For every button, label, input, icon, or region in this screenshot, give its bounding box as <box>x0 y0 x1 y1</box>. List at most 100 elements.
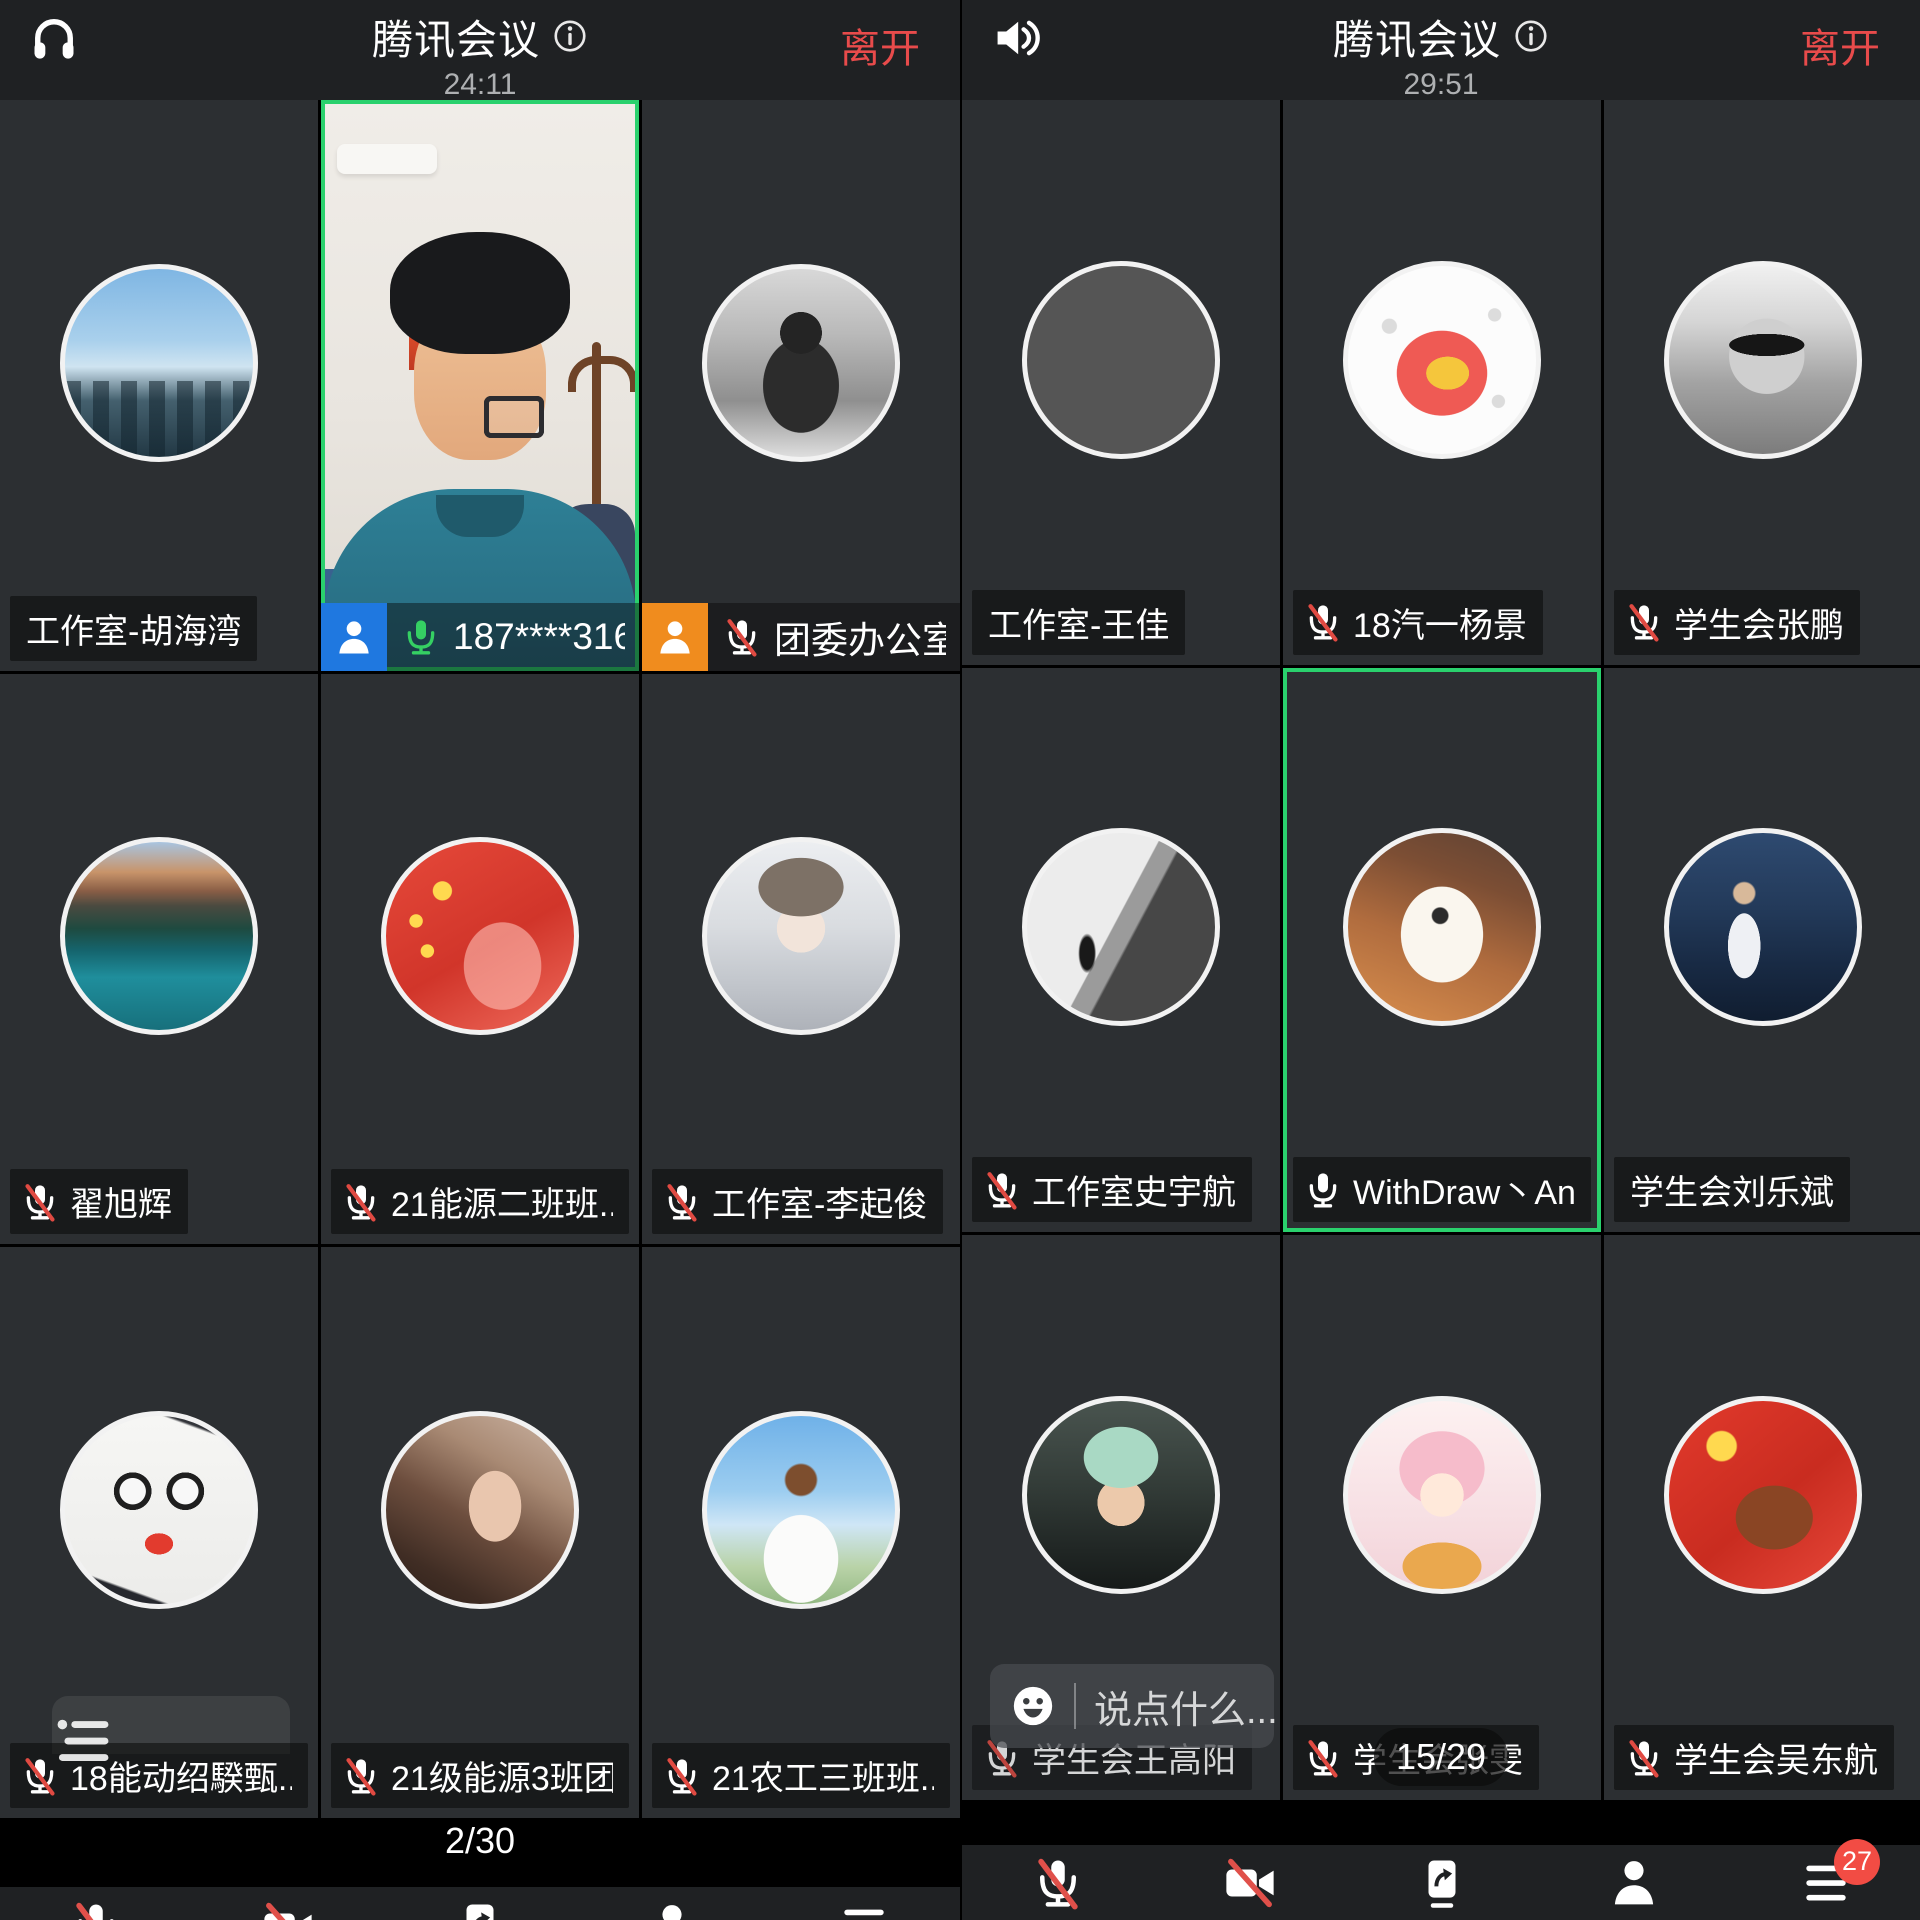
chat-placeholder: 说点什么... <box>1094 1679 1278 1734</box>
participant-nameplate: 学生会张鹏 <box>1614 590 1860 655</box>
participant-name: 工作室-胡海湾 <box>26 604 241 653</box>
app-title: 腾讯会议 <box>1333 6 1501 66</box>
avatar <box>702 264 900 462</box>
input-divider <box>1074 1683 1076 1729</box>
mic-active-icon <box>1303 1168 1343 1212</box>
participant-tile[interactable]: 18能动绍騤甄... <box>0 1247 318 1818</box>
toolbar-camera-button[interactable] <box>1210 1855 1290 1911</box>
info-icon[interactable] <box>552 18 588 54</box>
avatar <box>1664 1396 1862 1594</box>
page-indicator: 2/30 <box>445 1820 515 1862</box>
avatar <box>1022 261 1220 459</box>
participant-name: 工作室-王佳 <box>988 598 1169 647</box>
toolbar-share-button[interactable] <box>1402 1855 1482 1911</box>
participant-tile[interactable]: 工作室-李起俊 <box>642 674 960 1245</box>
toolbar-more-button[interactable] <box>824 1899 904 1920</box>
mic-status-icon <box>1624 1736 1664 1780</box>
participant-tile[interactable]: 学生会刘乐斌 <box>1604 668 1920 1233</box>
info-icon[interactable] <box>1513 18 1549 54</box>
mic-off-icon <box>1031 1856 1085 1910</box>
mic-status-icon <box>662 1180 702 1224</box>
participant-tile[interactable]: 18汽一杨景 <box>1283 100 1601 665</box>
toolbar-participants-button[interactable] <box>632 1899 712 1920</box>
participant-nameplate: 团委办公室... <box>642 603 960 671</box>
meeting-screen-left: 腾讯会议 24:11 离开 工作室-胡海湾 <box>0 0 960 1920</box>
participant-tile[interactable]: 21级能源3班团... <box>321 1247 639 1818</box>
leave-button[interactable]: 离开 <box>1800 16 1880 74</box>
person-hair-shape <box>390 232 570 354</box>
mic-active-icon <box>401 615 441 659</box>
participant-tile[interactable]: 团委办公室... <box>642 100 960 671</box>
camera-off-icon <box>261 1900 315 1920</box>
participant-tile[interactable]: 学生会吴东航 <box>1604 1235 1920 1800</box>
dual-meeting-screenshot: 腾讯会议 24:11 离开 工作室-胡海湾 <box>0 0 1920 1920</box>
share-screen-icon <box>1415 1856 1469 1910</box>
participant-tile[interactable]: 21农工三班班... <box>642 1247 960 1818</box>
person-icon <box>332 615 376 659</box>
avatar <box>702 1411 900 1609</box>
participant-name: 187****3160 <box>453 616 625 658</box>
avatar <box>1664 261 1862 459</box>
participant-tile[interactable]: 工作室-胡海湾 <box>0 100 318 671</box>
bottom-black-band <box>962 1800 1920 1845</box>
leave-button[interactable]: 离开 <box>840 16 920 74</box>
participant-nameplate: 翟旭辉 <box>10 1169 188 1234</box>
avatar <box>60 264 258 462</box>
participant-nameplate: 18汽一杨景 <box>1293 590 1543 655</box>
share-screen-icon <box>453 1900 507 1920</box>
active-speaker-video-tile[interactable]: 187****3160 <box>321 100 639 671</box>
page-indicator: 15/29 <box>1396 1736 1486 1777</box>
meeting-timer: 24:11 <box>0 68 960 102</box>
page-indicator-pill: 15/29 <box>1374 1728 1508 1786</box>
mic-status-icon <box>1624 600 1664 644</box>
more-icon <box>837 1900 891 1920</box>
mic-status-icon <box>341 1754 381 1798</box>
participant-nameplate: 21级能源3班团... <box>331 1743 629 1808</box>
participant-name: 翟旭辉 <box>70 1177 172 1226</box>
active-speaker-tile[interactable]: WithDraw丶Ant <box>1283 668 1601 1233</box>
notification-count-badge: 27 <box>1834 1839 1880 1885</box>
mic-status-icon <box>662 1754 702 1798</box>
toolbar-participants-button[interactable] <box>1594 1855 1674 1911</box>
participants-grid: 工作室-胡海湾 <box>0 100 960 1818</box>
avatar <box>1664 828 1862 1026</box>
participant-tile[interactable]: 学生会张雯 <box>1283 1235 1601 1800</box>
participant-nameplate: 工作室-胡海湾 <box>10 596 257 661</box>
participant-tile[interactable]: 说点什么... 学生会王高阳 <box>962 1235 1280 1800</box>
participant-tile[interactable]: 工作室-王佳 <box>962 100 1280 665</box>
role-badge-orange <box>642 603 708 671</box>
participant-tile[interactable]: 翟旭辉 <box>0 674 318 1245</box>
toolbar-share-button[interactable] <box>440 1899 520 1920</box>
toolbar-more-button[interactable]: 27 <box>1786 1855 1866 1911</box>
avatar <box>381 1411 579 1609</box>
participant-nameplate: 学生会刘乐斌 <box>1614 1157 1850 1222</box>
toolbar-mic-button[interactable] <box>56 1899 136 1920</box>
participant-nameplate: 187****3160 <box>321 603 639 671</box>
participant-tile[interactable]: 21能源二班班... <box>321 674 639 1245</box>
emoji-icon[interactable] <box>1010 1683 1056 1729</box>
participant-name: 学生会张鹏 <box>1674 598 1844 647</box>
participant-tile[interactable]: 工作室史宇航 <box>962 668 1280 1233</box>
mic-status-icon <box>1303 600 1343 644</box>
participant-nameplate: 工作室-王佳 <box>972 590 1185 655</box>
participant-name: 工作室-李起俊 <box>712 1177 927 1226</box>
participant-name: 21农工三班班... <box>712 1751 934 1800</box>
chat-input[interactable]: 说点什么... <box>990 1664 1274 1748</box>
top-bar: 腾讯会议 24:11 离开 <box>0 0 960 100</box>
toolbar-mic-button[interactable] <box>1018 1855 1098 1911</box>
avatar <box>1022 1396 1220 1594</box>
live-video-preview <box>325 104 635 667</box>
mic-off-icon <box>69 1900 123 1920</box>
participant-nameplate: 工作室-李起俊 <box>652 1169 943 1234</box>
mic-status-icon <box>341 1180 381 1224</box>
toolbar-camera-button[interactable] <box>248 1899 328 1920</box>
participant-tile[interactable]: 学生会张鹏 <box>1604 100 1920 665</box>
app-title: 腾讯会议 <box>372 6 540 66</box>
participant-nameplate: 学生会吴东航 <box>1614 1725 1894 1790</box>
participant-nameplate: 21农工三班班... <box>652 1743 950 1808</box>
participants-icon <box>1607 1856 1661 1910</box>
bottom-toolbar <box>0 1887 960 1920</box>
mic-status-icon <box>982 1168 1022 1212</box>
avatar <box>1022 828 1220 1026</box>
participant-name: 团委办公室... <box>774 610 946 664</box>
